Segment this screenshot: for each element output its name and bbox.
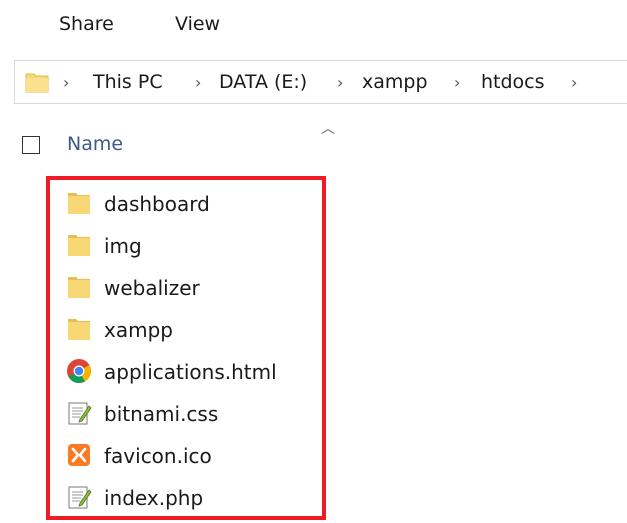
folder-icon [68, 235, 90, 256]
column-header-name[interactable]: Name [67, 133, 123, 155]
breadcrumb-this-pc[interactable]: This PC [93, 71, 163, 93]
list-item[interactable]: webalizer [60, 267, 320, 309]
chrome-icon [67, 359, 92, 384]
folder-icon [25, 73, 49, 93]
ribbon-tab-bar: Share View [0, 0, 627, 52]
text-document-icon [68, 486, 92, 509]
list-item[interactable]: index.php [60, 477, 320, 519]
breadcrumb-xampp[interactable]: xampp [362, 71, 428, 93]
chevron-right-icon[interactable]: › [195, 73, 201, 92]
list-item[interactable]: applications.html [60, 351, 320, 393]
file-name: img [104, 234, 142, 258]
column-header-row: ︿ Name [0, 118, 627, 168]
folder-icon [68, 319, 90, 340]
folder-icon [68, 193, 90, 214]
breadcrumb-htdocs[interactable]: htdocs [481, 71, 545, 93]
list-item[interactable]: bitnami.css [60, 393, 320, 435]
list-item[interactable]: dashboard [60, 183, 320, 225]
file-name: xampp [104, 318, 173, 342]
file-name: applications.html [104, 360, 277, 384]
text-document-icon [68, 402, 92, 425]
file-list: dashboard img webalizer xampp applicatio… [60, 183, 320, 519]
file-name: dashboard [104, 192, 210, 216]
chevron-right-icon[interactable]: › [63, 73, 69, 92]
folder-icon [68, 277, 90, 298]
tab-share[interactable]: Share [59, 13, 114, 35]
file-name: webalizer [104, 276, 200, 300]
list-item[interactable]: favicon.ico [60, 435, 320, 477]
chevron-right-icon[interactable]: › [337, 73, 343, 92]
chevron-right-icon[interactable]: › [454, 73, 460, 92]
file-name: favicon.ico [104, 444, 212, 468]
select-all-checkbox[interactable] [22, 136, 40, 154]
list-item[interactable]: xampp [60, 309, 320, 351]
xampp-icon [68, 444, 90, 466]
file-name: index.php [104, 486, 204, 510]
list-item[interactable]: img [60, 225, 320, 267]
chevron-right-icon[interactable]: › [571, 73, 577, 92]
breadcrumb-data-drive[interactable]: DATA (E:) [219, 71, 307, 93]
tab-view[interactable]: View [175, 13, 220, 35]
address-bar[interactable]: › This PC › DATA (E:) › xampp › htdocs › [14, 60, 627, 104]
file-name: bitnami.css [104, 402, 219, 426]
sort-up-icon: ︿ [321, 121, 335, 137]
